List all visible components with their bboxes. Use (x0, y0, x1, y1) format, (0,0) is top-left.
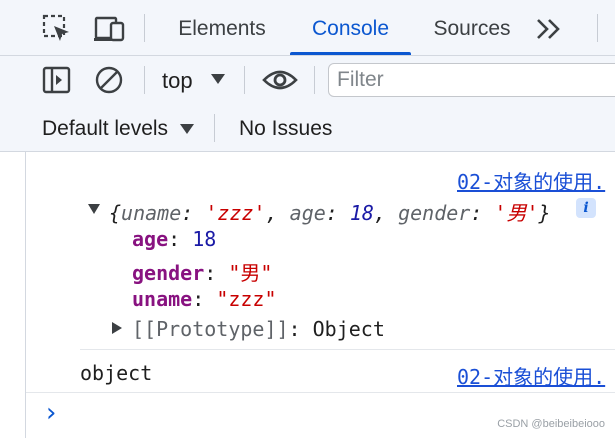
object-property-row: age: 18 (132, 227, 217, 251)
inspect-element-icon[interactable] (42, 14, 72, 44)
active-tab-indicator (290, 52, 411, 55)
toolbar-divider (314, 66, 315, 94)
issues-label: No Issues (239, 117, 333, 140)
object-close-brace: } (538, 201, 551, 225)
preview-key-gender: gender (398, 201, 471, 225)
tab-console[interactable]: Console (290, 0, 411, 55)
preview-key-age: age (289, 201, 326, 225)
info-icon[interactable]: i (576, 198, 596, 218)
prototype-row[interactable]: [[Prototype]]: Object (132, 317, 385, 341)
console-prompt-icon[interactable]: › (46, 398, 56, 428)
default-levels-dropdown[interactable]: Default levels (42, 104, 168, 154)
preview-value-gender: '男' (494, 201, 539, 225)
property-key: age (132, 227, 169, 251)
expand-triangle-right-icon[interactable] (111, 321, 123, 335)
preview-key-uname: uname (121, 201, 182, 225)
clear-console-icon[interactable] (94, 65, 124, 95)
double-chevron-right-icon[interactable] (535, 17, 563, 41)
context-selector[interactable]: top (162, 56, 193, 104)
property-value: "zzz" (216, 287, 277, 311)
source-link[interactable]: 02-对象的使用. (457, 166, 605, 195)
object-property-row: gender: "男" (132, 261, 273, 285)
toolbar-divider (144, 66, 145, 94)
object-property-row: uname: "zzz" (132, 287, 277, 311)
prototype-value: Object (312, 317, 385, 341)
source-link[interactable]: 02-对象的使用. (457, 361, 605, 390)
property-value: 18 (192, 227, 217, 251)
devtools-tab-bar: Elements Console Sources (0, 0, 615, 56)
property-value: "男" (228, 261, 273, 285)
caret-down-icon[interactable] (179, 123, 195, 135)
default-levels-label: Default levels (42, 117, 169, 140)
show-sidebar-icon[interactable] (42, 65, 72, 95)
device-toolbar-icon[interactable] (94, 14, 126, 44)
caret-down-icon[interactable] (210, 73, 226, 85)
issues-counter[interactable]: No Issues (239, 104, 332, 154)
object-open-brace: { (109, 201, 122, 225)
object-preview[interactable]: {uname: 'zzz', age: 18, gender: '男'} (109, 197, 551, 226)
console-message-text: object (80, 361, 153, 385)
preview-value-age: 18 (349, 201, 374, 225)
property-key: uname (132, 287, 193, 311)
filter-input[interactable] (328, 63, 615, 97)
tabbar-divider (144, 14, 145, 42)
watermark: CSDN @beibeibeiooo (497, 418, 605, 430)
message-divider (80, 349, 615, 350)
prototype-label: [[Prototype]] (132, 317, 289, 341)
expand-triangle-down-icon[interactable] (87, 203, 101, 215)
context-selector-label: top (162, 68, 193, 93)
levels-divider (214, 114, 215, 142)
live-expression-eye-icon[interactable] (262, 67, 298, 93)
tab-sources[interactable]: Sources (428, 0, 516, 55)
console-toolbar: top (0, 56, 615, 104)
tabbar-divider (597, 14, 598, 42)
toolbar-divider (244, 66, 245, 94)
property-key: gender (132, 261, 205, 285)
message-divider (26, 392, 615, 393)
tab-elements[interactable]: Elements (170, 0, 274, 55)
preview-value-uname: 'zzz' (205, 201, 266, 225)
levels-bar: Default levels No Issues (0, 104, 615, 152)
